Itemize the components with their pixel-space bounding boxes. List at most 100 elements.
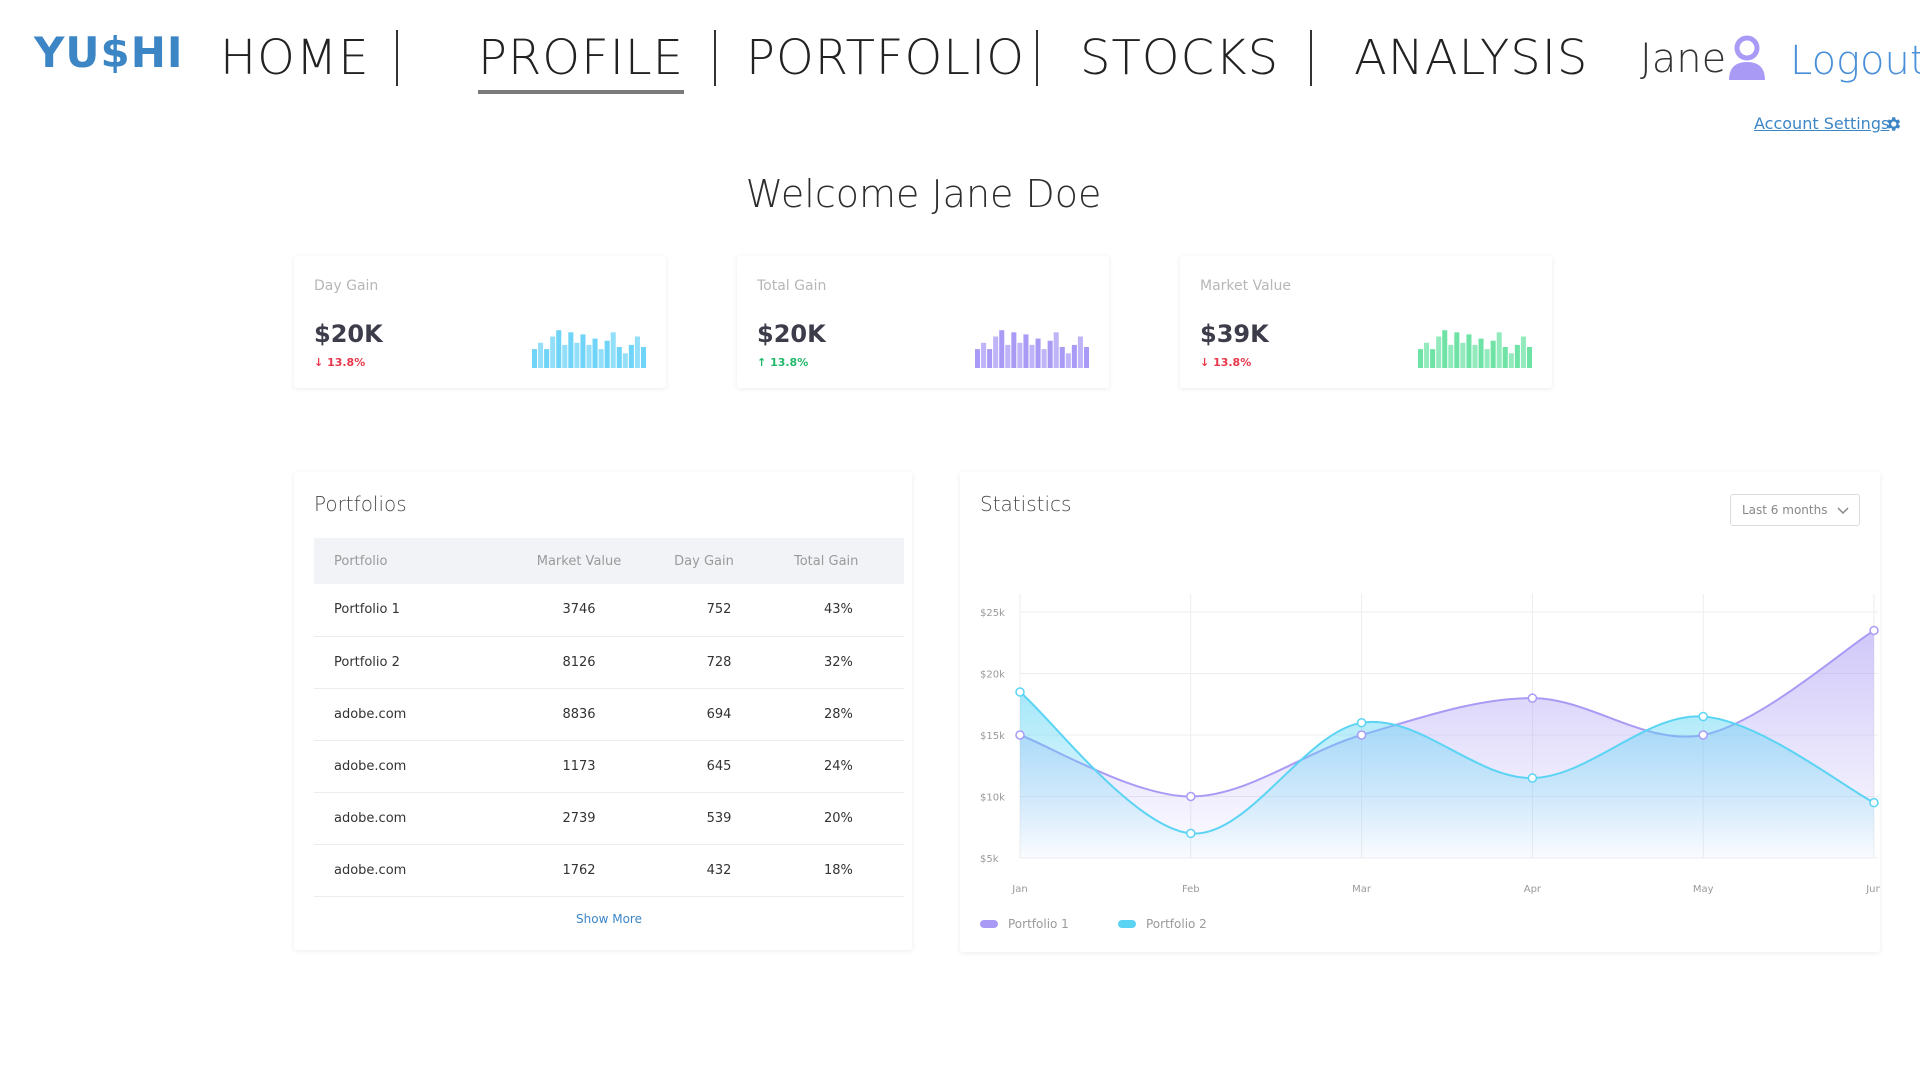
spark-bar (1454, 332, 1460, 368)
spark-bar (1466, 334, 1472, 368)
cell-day-gain: 539 (644, 792, 764, 845)
cell-portfolio: Portfolio 1 (314, 584, 514, 637)
logout-link[interactable]: Logout (1790, 38, 1920, 84)
column-header[interactable]: Total Gain (764, 538, 904, 584)
data-point[interactable] (1015, 687, 1025, 697)
spark-bar (604, 340, 610, 368)
spark-bar (981, 342, 987, 368)
x-tick-label: Mar (1352, 884, 1372, 895)
spark-bar (574, 342, 580, 368)
nav-home[interactable]: HOME (220, 30, 370, 86)
nav-analysis[interactable]: ANALYSIS (1354, 30, 1588, 86)
cell-market-value: 1173 (514, 740, 644, 793)
brand-logo[interactable]: YU$HI (34, 28, 184, 77)
data-point[interactable] (1527, 773, 1538, 783)
legend-label: Portfolio 2 (1146, 917, 1207, 931)
kpi-change-value: 13.8% (1213, 356, 1252, 369)
spark-bar (1448, 344, 1454, 368)
nav-divider (1036, 30, 1038, 86)
data-point[interactable] (1869, 625, 1879, 636)
spark-bar (1484, 349, 1490, 368)
spark-bar (586, 344, 592, 368)
data-point[interactable] (1186, 828, 1196, 839)
spark-bar (1047, 340, 1053, 368)
y-tick-label: $25k (980, 608, 1005, 619)
table-row[interactable]: adobe.com 8836 694 28% (314, 688, 904, 741)
spark-bar (1436, 336, 1442, 368)
table-row[interactable]: adobe.com 1173 645 24% (314, 740, 904, 793)
x-tick-label: Feb (1182, 884, 1200, 895)
kpi-card-market-value: Market Value $39K ↓ 13.8% (1180, 256, 1552, 388)
table-row[interactable]: Portfolio 2 8126 728 32% (314, 636, 904, 689)
data-point[interactable] (1698, 730, 1708, 740)
spark-bar (550, 336, 556, 368)
table-row[interactable]: adobe.com 1762 432 18% (314, 844, 904, 897)
spark-bar (1508, 353, 1514, 368)
spark-bar (1041, 349, 1047, 368)
nav-stocks[interactable]: STOCKS (1080, 30, 1279, 86)
y-tick-label: $20k (980, 670, 1005, 681)
spark-bar (538, 342, 544, 368)
gear-icon[interactable] (1884, 115, 1902, 133)
spark-bar (1430, 349, 1436, 368)
cell-day-gain: 752 (644, 584, 764, 637)
nav-portfolio[interactable]: PORTFOLIO (746, 30, 1025, 86)
kpi-change-value: 13.8% (770, 356, 809, 369)
sparkline-bars (532, 330, 646, 368)
spark-bar (1029, 344, 1035, 368)
spark-bar (1065, 353, 1071, 368)
spark-bar (598, 349, 604, 368)
nav-divider (714, 30, 716, 86)
statistics-title: Statistics (980, 492, 1072, 516)
spark-bar (999, 330, 1005, 368)
table-row[interactable]: adobe.com 2739 539 20% (314, 792, 904, 845)
spark-bar (1472, 344, 1478, 368)
cell-day-gain: 728 (644, 636, 764, 689)
range-dropdown[interactable]: Last 6 months (1730, 494, 1860, 526)
legend-label: Portfolio 1 (1008, 917, 1069, 931)
spark-bar (1071, 344, 1077, 368)
kpi-change: ↑ 13.8% (757, 356, 808, 369)
spark-bar (1011, 332, 1017, 368)
cell-portfolio: adobe.com (314, 792, 514, 845)
spark-bar (987, 349, 993, 368)
data-point[interactable] (1015, 730, 1025, 740)
column-header[interactable]: Portfolio (314, 538, 514, 584)
kpi-change: ↓ 13.8% (314, 356, 365, 369)
show-more-link[interactable]: Show More (294, 912, 924, 926)
x-tick-label: Apr (1524, 884, 1542, 895)
column-header[interactable]: Day Gain (644, 538, 764, 584)
cell-total-gain: 20% (764, 792, 904, 845)
user-icon[interactable] (1726, 34, 1768, 82)
portfolios-table: Portfolio Market Value Day Gain Total Ga… (314, 538, 904, 897)
spark-bar (1502, 347, 1508, 368)
kpi-card-day-gain: Day Gain $20K ↓ 13.8% (294, 256, 666, 388)
x-tick-label: Jun (1865, 884, 1880, 895)
spark-bar (634, 336, 640, 368)
kpi-value: $39K (1200, 320, 1269, 348)
spark-bar (1496, 332, 1502, 368)
spark-bar (616, 347, 622, 368)
column-header[interactable]: Market Value (514, 538, 644, 584)
data-point[interactable] (1527, 693, 1538, 703)
data-point[interactable] (1356, 717, 1367, 728)
cell-total-gain: 32% (764, 636, 904, 689)
nav-profile[interactable]: PROFILE (478, 30, 684, 94)
data-point[interactable] (1698, 711, 1708, 722)
legend-swatch (1118, 920, 1136, 928)
spark-bar (1017, 342, 1023, 368)
data-point[interactable] (1356, 730, 1367, 740)
y-tick-label: $10k (980, 793, 1005, 804)
kpi-change: ↓ 13.8% (1200, 356, 1251, 369)
cell-portfolio: adobe.com (314, 844, 514, 897)
data-point[interactable] (1869, 797, 1879, 808)
legend-swatch (980, 920, 998, 928)
table-row[interactable]: Portfolio 1 3746 752 43% (314, 584, 904, 637)
cell-market-value: 1762 (514, 844, 644, 897)
data-point[interactable] (1186, 791, 1196, 802)
statistics-chart: $5k $10k $15k $20k $25k Jan Feb Mar Apr May Jun Por… (980, 594, 1880, 931)
range-dropdown-value: Last 6 months (1742, 503, 1828, 517)
cell-market-value: 3746 (514, 584, 644, 637)
account-settings-link[interactable]: Account Settings (1754, 114, 1889, 133)
spark-bar (1442, 330, 1448, 368)
